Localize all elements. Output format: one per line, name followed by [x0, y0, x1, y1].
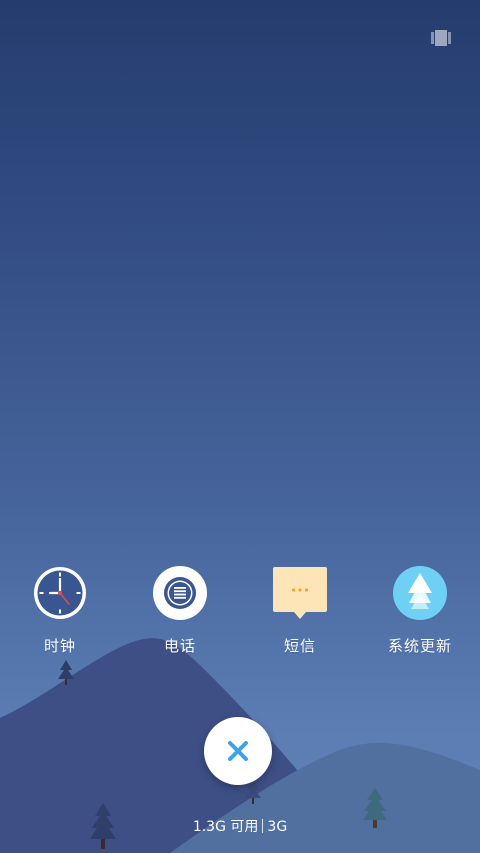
memory-available: 1.3G 可用: [192, 819, 259, 835]
app-label: 电话: [163, 637, 196, 655]
memory-info: 1.3G 可用 3G: [0, 816, 480, 836]
app-label: 时钟: [43, 637, 76, 655]
clear-all-button[interactable]: [204, 717, 272, 785]
divider: [262, 819, 264, 833]
app-label: 短信: [283, 637, 316, 655]
message-icon: [273, 567, 327, 619]
recent-apps: 时钟 电话 短信 系统更新: [0, 565, 480, 665]
recents-view-icon[interactable]: [431, 30, 451, 46]
app-clock[interactable]: 时钟: [0, 565, 120, 656]
app-messages[interactable]: 短信: [240, 565, 360, 656]
close-icon: [228, 741, 248, 761]
phone-icon: [153, 566, 207, 620]
app-label: 系统更新: [387, 637, 452, 655]
app-phone[interactable]: 电话: [120, 565, 240, 656]
memory-total: 3G: [267, 819, 288, 835]
app-system-update[interactable]: 系统更新: [360, 565, 480, 656]
system-update-icon: [393, 566, 447, 620]
clock-icon: [34, 567, 86, 619]
